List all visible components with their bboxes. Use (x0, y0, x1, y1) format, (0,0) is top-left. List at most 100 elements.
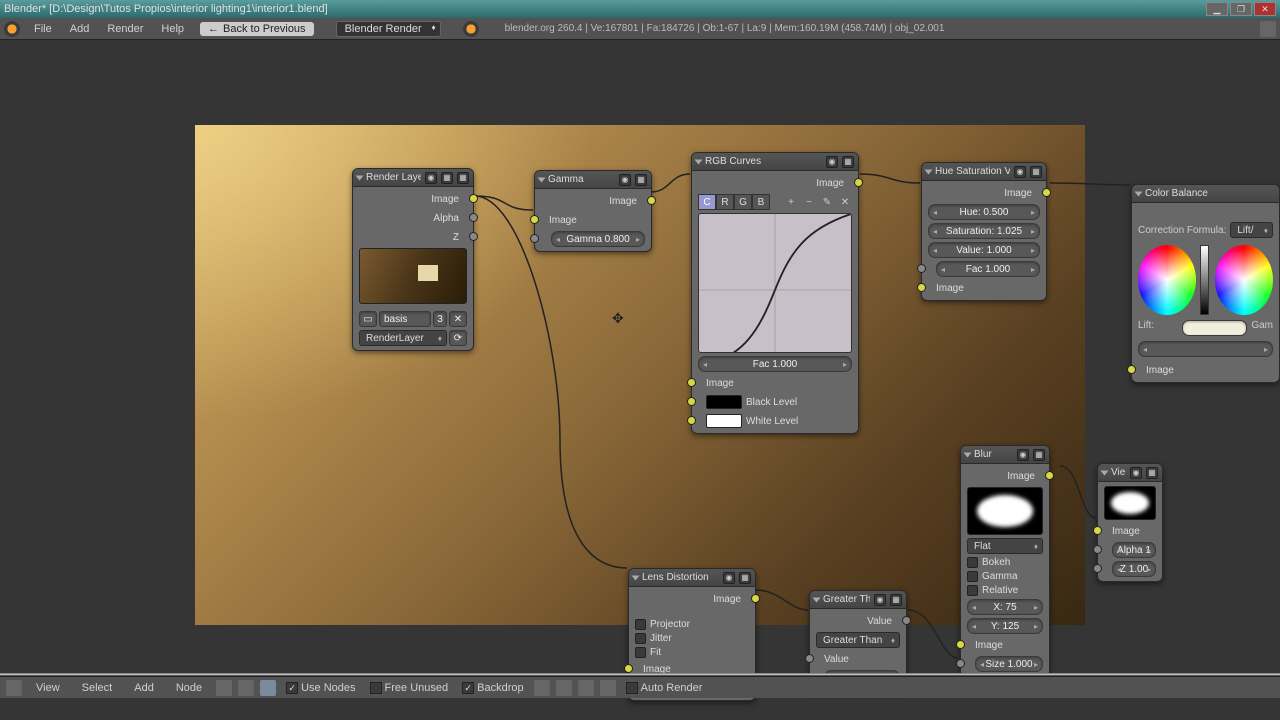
scene-delete-icon[interactable]: ✕ (449, 311, 467, 327)
fac-slider[interactable] (1138, 341, 1273, 357)
backdrop-check[interactable]: Backdrop (458, 682, 527, 694)
node-options-icon[interactable]: ▦ (441, 172, 453, 184)
scene-browse-icon[interactable]: ▭ (359, 311, 377, 327)
menu-add[interactable]: Add (62, 21, 98, 37)
node-gamma[interactable]: Gamma ◉ ▦ Image Image Gamma 0.800 (534, 170, 652, 252)
saturation-field[interactable]: Saturation: 1.025 (928, 223, 1040, 239)
bokeh-check[interactable]: Bokeh (967, 557, 1043, 568)
node-preview-icon[interactable]: ◉ (425, 172, 437, 184)
node-preview-icon[interactable]: ◉ (826, 156, 838, 168)
node-preview-icon[interactable]: ◉ (619, 174, 631, 186)
free-unused-check[interactable]: Free Unused (366, 682, 453, 694)
curve-channel-b[interactable]: B (752, 194, 770, 210)
node-options-icon[interactable]: ▦ (1030, 166, 1042, 178)
material-nodes-icon[interactable] (216, 680, 232, 696)
zoom-in-icon[interactable]: + (784, 195, 798, 209)
fac-field[interactable]: Fac 1.000 (936, 261, 1040, 277)
z-field[interactable]: Z 1.00 (1112, 561, 1156, 577)
auto-render-check[interactable]: Auto Render (622, 682, 707, 694)
backdrop-channel-icon[interactable] (534, 680, 550, 696)
white-level-swatch[interactable] (706, 414, 742, 428)
curve-channel-c[interactable]: C (698, 194, 716, 210)
footer-add[interactable]: Add (126, 680, 162, 696)
node-blur[interactable]: Blur ◉ ▦ Image Flat Bokeh Gamma Relative… (960, 445, 1050, 677)
collapse-icon[interactable] (925, 169, 933, 174)
collapse-icon[interactable] (964, 452, 972, 457)
lift-swatch[interactable] (1182, 320, 1247, 336)
node-render-layers[interactable]: Render Layers ◉ ▦ ▦ Image Alpha Z ▭ basi… (352, 168, 474, 351)
menu-file[interactable]: File (26, 21, 60, 37)
tools-icon[interactable]: ✎ (820, 195, 834, 209)
fac-field[interactable]: Fac 1.000 (698, 356, 852, 372)
size-field[interactable]: Size 1.000 (975, 656, 1043, 672)
fit-check[interactable]: Fit (635, 647, 749, 658)
node-editor-workspace[interactable]: Render Layers ◉ ▦ ▦ Image Alpha Z ▭ basi… (0, 40, 1280, 698)
curve-widget[interactable] (698, 213, 852, 353)
projector-check[interactable]: Projector (635, 619, 749, 630)
relative-check[interactable]: Relative (967, 585, 1043, 596)
node-viewer[interactable]: Vie ◉ ▦ Image Alpha 1 Z 1.00 (1097, 463, 1163, 582)
node-preview-icon[interactable]: ◉ (723, 572, 735, 584)
render-engine-select[interactable]: Blender Render (336, 21, 441, 37)
backdrop-channel-icon[interactable] (600, 680, 616, 696)
node-mute-icon[interactable]: ▦ (457, 172, 469, 184)
close-button[interactable]: ✕ (1254, 2, 1276, 16)
menu-help[interactable]: Help (153, 21, 192, 37)
node-options-icon[interactable]: ▦ (739, 572, 751, 584)
lift-color-wheel[interactable] (1138, 245, 1196, 315)
zoom-out-icon[interactable]: − (802, 195, 816, 209)
footer-select[interactable]: Select (74, 680, 121, 696)
curve-channel-g[interactable]: G (734, 194, 752, 210)
node-hsv[interactable]: Hue Saturation Val ◉ ▦ Image Hue: 0.500 … (921, 162, 1047, 301)
collapse-icon[interactable] (1101, 470, 1109, 475)
reset-icon[interactable]: ✕ (838, 195, 852, 209)
blur-type-select[interactable]: Flat (967, 538, 1043, 554)
collapse-icon[interactable] (695, 159, 703, 164)
back-to-previous-button[interactable]: Back to Previous (200, 22, 314, 36)
node-preview-icon[interactable]: ◉ (1017, 449, 1029, 461)
use-nodes-check[interactable]: Use Nodes (282, 682, 359, 694)
collapse-icon[interactable] (813, 597, 821, 602)
footer-node[interactable]: Node (168, 680, 210, 696)
collapse-icon[interactable] (538, 177, 546, 182)
editor-type-icon[interactable] (6, 680, 22, 696)
menu-render[interactable]: Render (99, 21, 151, 37)
node-options-icon[interactable]: ▦ (890, 594, 902, 606)
curve-channel-r[interactable]: R (716, 194, 734, 210)
minimize-button[interactable]: ▁ (1206, 2, 1228, 16)
value-field[interactable]: Value: 1.000 (928, 242, 1040, 258)
collapse-icon[interactable] (1135, 191, 1143, 196)
hue-field[interactable]: Hue: 0.500 (928, 204, 1040, 220)
node-options-icon[interactable]: ▦ (1146, 467, 1158, 479)
texture-nodes-icon[interactable] (238, 680, 254, 696)
node-options-icon[interactable]: ▦ (842, 156, 854, 168)
gamma-check[interactable]: Gamma (967, 571, 1043, 582)
node-preview-icon[interactable]: ◉ (1130, 467, 1142, 479)
collapse-icon[interactable] (632, 575, 640, 580)
screen-layout-icon[interactable] (1260, 21, 1276, 37)
maximize-button[interactable]: ❐ (1230, 2, 1252, 16)
re-render-icon[interactable]: ⟳ (449, 330, 467, 346)
gamma-value-field[interactable]: Gamma 0.800 (551, 231, 645, 247)
lift-value-strip[interactable] (1200, 245, 1209, 315)
scene-users[interactable]: 3 (433, 311, 447, 327)
render-layer-select[interactable]: RenderLayer (359, 330, 447, 346)
gamma-color-wheel[interactable] (1215, 245, 1273, 315)
jitter-check[interactable]: Jitter (635, 633, 749, 644)
node-options-icon[interactable]: ▦ (1033, 449, 1045, 461)
backdrop-channel-icon[interactable] (578, 680, 594, 696)
scene-field[interactable]: basis (379, 311, 431, 327)
operation-select[interactable]: Greater Than (816, 632, 900, 648)
blur-x-field[interactable]: X: 75 (967, 599, 1043, 615)
alpha-field[interactable]: Alpha 1 (1112, 542, 1156, 558)
footer-view[interactable]: View (28, 680, 68, 696)
formula-select[interactable]: Lift/ (1230, 222, 1273, 238)
node-preview-icon[interactable]: ◉ (874, 594, 886, 606)
node-color-balance[interactable]: Color Balance Correction Formula: Lift/ … (1131, 184, 1280, 383)
node-rgb-curves[interactable]: RGB Curves ◉ ▦ Image C R G B + − ✎ ✕ (691, 152, 859, 434)
black-level-swatch[interactable] (706, 395, 742, 409)
compositing-nodes-icon[interactable] (260, 680, 276, 696)
node-options-icon[interactable]: ▦ (635, 174, 647, 186)
collapse-icon[interactable] (356, 175, 364, 180)
backdrop-channel-icon[interactable] (556, 680, 572, 696)
